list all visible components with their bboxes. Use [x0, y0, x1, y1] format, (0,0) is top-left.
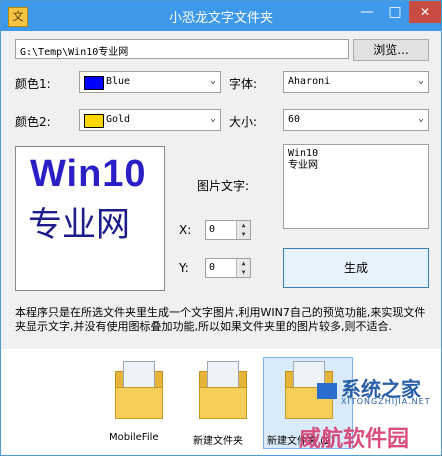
- font-label: 字体:: [229, 77, 258, 91]
- color2-select[interactable]: Gold ⌄: [79, 109, 221, 131]
- image-text-value: Win10 专业网: [288, 148, 319, 171]
- color1-swatch: [84, 76, 104, 90]
- x-stepper[interactable]: 0 ▲ ▼: [205, 220, 251, 240]
- chevron-down-icon: ⌄: [417, 113, 424, 124]
- y-down-arrow-icon[interactable]: ▼: [236, 268, 250, 277]
- color1-select[interactable]: Blue ⌄: [79, 71, 221, 93]
- folder-name-0: MobileFile: [109, 432, 159, 443]
- preview-line2: 专业网: [28, 205, 130, 245]
- image-text-label: 图片文字:: [197, 179, 250, 193]
- color2-label: 颜色2:: [15, 115, 51, 129]
- description-text: 本程序只是在所选文件夹里生成一个文字图片,利用WIN7自己的预览功能,来实现文件…: [15, 306, 426, 333]
- watermark-site1-url: XITONGZHIJIA.NET: [341, 397, 431, 406]
- font-value: Aharoni: [288, 76, 331, 87]
- folder-icon[interactable]: [115, 361, 163, 419]
- house-logo-icon: [317, 382, 337, 399]
- color1-label: 颜色1:: [15, 77, 51, 91]
- x-up-arrow-icon[interactable]: ▲: [236, 221, 250, 230]
- font-select[interactable]: Aharoni ⌄: [283, 71, 429, 93]
- color2-value: Gold: [106, 114, 131, 125]
- minimize-button[interactable]: —: [353, 1, 381, 23]
- folder-front-shape: [115, 387, 163, 419]
- title-bar: 文 小恐龙文字文件夹 — □ ✕: [1, 1, 441, 31]
- x-value: 0: [209, 224, 216, 235]
- color2-swatch: [84, 114, 104, 128]
- image-preview: Win10 专业网: [15, 146, 165, 291]
- y-up-arrow-icon[interactable]: ▲: [236, 259, 250, 268]
- folder-name-1: 新建文件夹: [193, 436, 243, 447]
- y-stepper[interactable]: 0 ▲ ▼: [205, 258, 251, 278]
- size-label: 大小:: [229, 115, 258, 129]
- folder-front-shape: [199, 387, 247, 419]
- watermark-site2: 威航软件园: [299, 427, 410, 452]
- color1-value: Blue: [106, 76, 131, 87]
- preview-line1: Win10: [30, 153, 147, 195]
- image-text-input[interactable]: Win10 专业网: [283, 144, 429, 229]
- size-value: 60: [288, 114, 301, 125]
- chevron-down-icon: ⌄: [209, 113, 216, 124]
- maximize-button[interactable]: □: [381, 1, 409, 23]
- y-label: Y:: [179, 261, 189, 275]
- folder-path-input[interactable]: G:\Temp\Win10专业网: [15, 39, 349, 59]
- y-value: 0: [209, 262, 216, 273]
- chevron-down-icon: ⌄: [209, 75, 216, 86]
- app-window: 文 小恐龙文字文件夹 — □ ✕ G:\Temp\Win10专业网 浏览... …: [0, 0, 442, 456]
- generate-button[interactable]: 生成: [283, 248, 429, 288]
- close-button[interactable]: ✕: [409, 1, 441, 23]
- x-down-arrow-icon[interactable]: ▼: [236, 230, 250, 239]
- size-select[interactable]: 60 ⌄: [283, 109, 429, 131]
- x-label: X:: [179, 223, 192, 237]
- chevron-down-icon: ⌄: [417, 75, 424, 86]
- browse-button[interactable]: 浏览...: [353, 39, 429, 61]
- folder-icon[interactable]: [199, 361, 247, 419]
